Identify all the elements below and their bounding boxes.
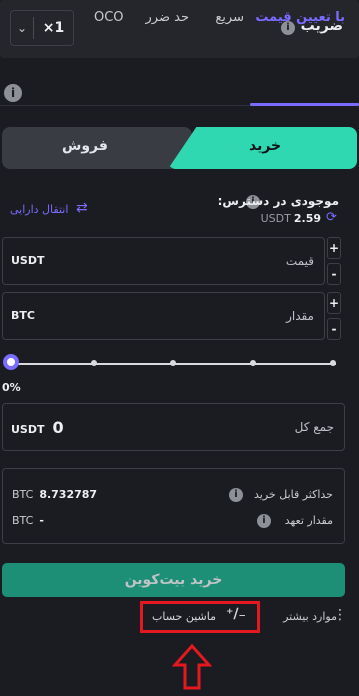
up-arrow-annotation-icon: [172, 643, 212, 690]
max-buy-label: حداکثر قابل خرید: [254, 488, 333, 501]
sell-label: فروش: [62, 138, 108, 154]
tab-limit[interactable]: با تعیین قیمت: [255, 10, 345, 25]
slider-step-100[interactable]: [330, 360, 336, 366]
commitment-label: مقدار تعهد: [284, 514, 333, 527]
total-input[interactable]: جمع کل USDT 0: [2, 403, 345, 451]
order-summary: [2, 468, 345, 544]
increment-button[interactable]: +: [327, 237, 341, 259]
total-value: USDT 0: [11, 418, 64, 437]
calculator-link[interactable]: ماشین حساب: [152, 610, 216, 623]
price-label: قیمت: [285, 254, 314, 268]
commitment-value: BTC -: [12, 514, 44, 527]
decrement-button[interactable]: -: [327, 263, 341, 285]
total-label: جمع کل: [294, 420, 334, 434]
total-unit: USDT: [11, 423, 45, 436]
available-balance-value: USDT 2.59: [260, 212, 321, 225]
buy-bitcoin-button[interactable]: خرید بیت‌کوین: [2, 563, 345, 597]
multiplier-select[interactable]: ⌄ ×1: [10, 10, 74, 46]
transfer-icon[interactable]: ⇄: [76, 200, 88, 216]
amount-stepper: + -: [327, 292, 341, 340]
asset-transfer-link[interactable]: انتقال دارایی: [10, 203, 68, 216]
info-icon[interactable]: i: [4, 84, 22, 102]
amount-label: مقدار: [286, 309, 314, 323]
slider-percent: 0%: [2, 381, 21, 394]
price-stepper: + -: [327, 237, 341, 285]
amount-input[interactable]: مقدار BTC: [2, 292, 325, 340]
tab-oco[interactable]: OCO: [94, 10, 124, 25]
max-buy-value: BTC 8.732787: [12, 488, 98, 501]
increment-button[interactable]: +: [327, 292, 341, 314]
slider-step-50[interactable]: [170, 360, 176, 366]
tab-stop-loss[interactable]: حد ضرر: [146, 10, 189, 25]
info-icon[interactable]: i: [229, 488, 243, 502]
multiplier-value: ×1: [42, 20, 65, 36]
total-amount: 0: [52, 418, 64, 437]
info-icon[interactable]: i: [257, 514, 271, 528]
slider-thumb[interactable]: [3, 354, 19, 370]
slider-step-75[interactable]: [250, 360, 256, 366]
calculator-icon[interactable]: ⁺∕₋: [226, 606, 246, 622]
slider-step-25[interactable]: [91, 360, 97, 366]
tab-market[interactable]: سریع: [215, 10, 244, 25]
chevron-down-icon: ⌄: [16, 21, 28, 35]
tab-active-indicator: [250, 103, 359, 106]
available-balance-unit: USDT: [260, 212, 291, 225]
refresh-icon[interactable]: ⟳: [326, 210, 340, 225]
price-unit: USDT: [11, 254, 45, 267]
price-input[interactable]: قیمت USDT: [2, 237, 325, 285]
amount-unit: BTC: [11, 309, 35, 322]
decrement-button[interactable]: -: [327, 318, 341, 340]
buy-label: خرید: [249, 138, 282, 154]
available-balance-label: موجودی در دسترس:: [217, 194, 339, 208]
more-options-link[interactable]: موارد بیشتر: [283, 610, 337, 623]
